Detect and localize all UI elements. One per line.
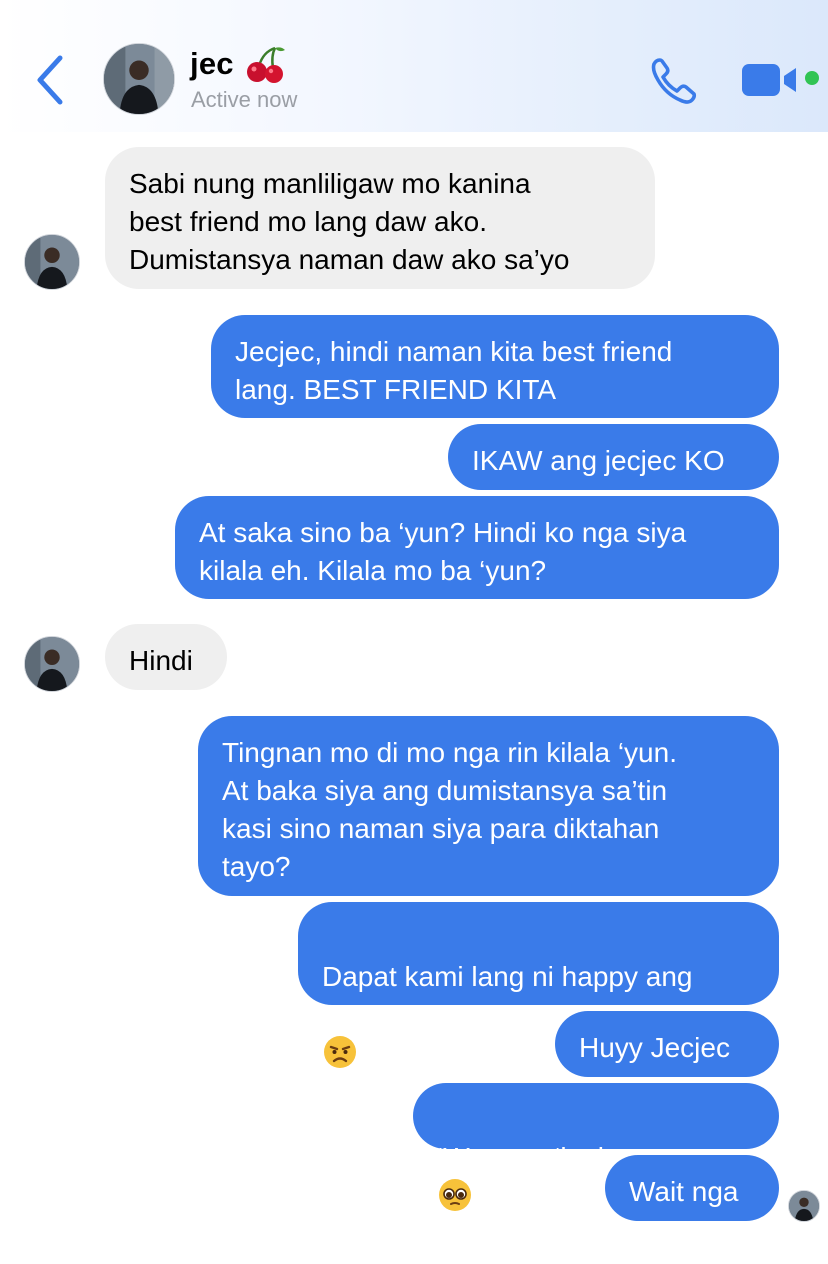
message-incoming[interactable]: Sabi nung manliligaw mo kanina best frie… bbox=[105, 147, 655, 289]
message-outgoing[interactable]: Wait nga bbox=[605, 1155, 779, 1221]
video-camera-icon bbox=[742, 64, 796, 96]
message-outgoing[interactable]: Huyy Jecjec bbox=[555, 1011, 779, 1077]
message-outgoing[interactable]: At saka sino ba ‘yun? Hindi ko nga siya … bbox=[175, 496, 779, 599]
message-outgoing[interactable]: ‘Wag mo ‘ko iseen bbox=[413, 1083, 779, 1211]
message-outgoing[interactable]: IKAW ang jecjec KO bbox=[448, 424, 779, 490]
message-incoming[interactable]: Hindi bbox=[105, 624, 227, 690]
chat-header: jec Active now bbox=[0, 0, 828, 132]
cherries-icon bbox=[247, 46, 285, 83]
pleading-face-icon bbox=[439, 1179, 471, 1211]
video-call-button[interactable] bbox=[740, 60, 802, 100]
message-outgoing[interactable]: Dapat kami lang ni happy ang aaway sa’yo bbox=[298, 902, 779, 1068]
message-outgoing[interactable]: Jecjec, hindi naman kita best friend lan… bbox=[211, 315, 779, 418]
phone-icon bbox=[651, 58, 697, 104]
angry-face-icon bbox=[324, 1036, 356, 1068]
voice-call-button[interactable] bbox=[648, 54, 700, 106]
contact-avatar-small[interactable] bbox=[24, 636, 80, 692]
contact-name[interactable]: jec bbox=[190, 46, 234, 82]
active-status: Active now bbox=[191, 87, 298, 112]
online-indicator bbox=[805, 71, 819, 85]
contact-avatar-small[interactable] bbox=[24, 234, 80, 290]
message-outgoing[interactable]: Tingnan mo di mo nga rin kilala ‘yun. At… bbox=[198, 716, 779, 896]
back-chevron-icon bbox=[37, 55, 63, 105]
seen-receipt-avatar bbox=[788, 1190, 820, 1222]
back-button[interactable] bbox=[30, 52, 70, 108]
contact-avatar[interactable] bbox=[103, 43, 175, 115]
